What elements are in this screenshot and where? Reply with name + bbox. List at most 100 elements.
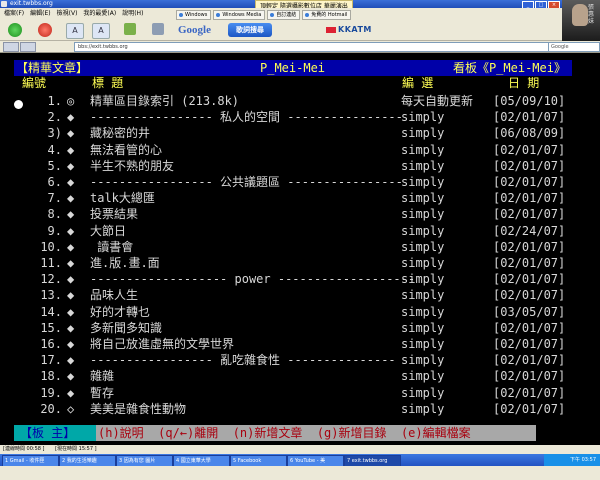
row-date: [02/01/07]: [493, 337, 566, 351]
link-windows-media[interactable]: Windows Media: [213, 10, 266, 20]
row-date: [02/24/07]: [493, 223, 566, 238]
link-custom[interactable]: 自訂連結: [267, 10, 301, 20]
row-title: 暫存: [90, 385, 115, 400]
font-size-icon[interactable]: A: [92, 23, 110, 39]
link-hotmail[interactable]: 免費的 Hotmail: [302, 10, 352, 20]
forward-icon[interactable]: [20, 42, 36, 52]
row-type-icon: ◆: [67, 158, 75, 173]
google-search-input[interactable]: Google: [548, 42, 600, 52]
menu-file[interactable]: 檔案(F): [4, 10, 24, 17]
kkatm-logo[interactable]: KKATM: [326, 25, 372, 34]
article-row[interactable]: 8. ◆ 投票結果 simply [02/01/07]: [0, 206, 600, 223]
row-type-icon: ◆: [67, 320, 75, 335]
google-toolbar-logo[interactable]: Google: [178, 24, 211, 36]
column-number: 編號: [22, 76, 47, 90]
row-type-icon: ◎: [67, 94, 75, 108]
row-number: 5.: [47, 158, 62, 173]
row-number: 7.: [47, 191, 62, 206]
taskbar: 1 Gmail - 收件匣 2 我的生活樂趣 3 因為有您 圖片 4 國立東華大學 5 …: [0, 454, 600, 467]
row-type-icon: ◆: [67, 239, 75, 254]
bbs-terminal[interactable]: 【精華文章】 P_Mei-Mei 看板《P_Mei-Mei》 編號 標 題 編 …: [0, 53, 600, 445]
article-row[interactable]: 20. ◇ 美美是雜食性動物 simply [02/01/07]: [0, 401, 600, 418]
row-title: 多新聞多知識: [90, 320, 163, 335]
row-number: 1.: [47, 94, 62, 108]
row-number: 2.: [47, 110, 62, 125]
article-row[interactable]: 19. ◆ 暫存 simply [02/01/07]: [0, 385, 600, 402]
settings-icon[interactable]: [124, 23, 136, 35]
row-type-icon: ◆: [67, 191, 75, 206]
article-row[interactable]: 6. ◆ ----------------- 公共議題區 -------------…: [0, 174, 600, 191]
menu-edit[interactable]: 編輯(E): [30, 10, 50, 17]
row-date: [02/01/07]: [493, 110, 566, 125]
column-editor: 編 選: [402, 76, 434, 90]
plugin-icon[interactable]: [152, 23, 164, 35]
row-type-icon: ◆: [67, 369, 75, 384]
font-icon[interactable]: A: [66, 23, 84, 39]
back-icon[interactable]: [3, 42, 19, 52]
lyrics-search-button[interactable]: 歌詞搜尋: [228, 23, 272, 37]
row-date: [02/01/07]: [493, 272, 566, 287]
disconnect-icon[interactable]: [38, 23, 52, 37]
row-type-icon: ◆: [67, 126, 75, 141]
menu-favorites[interactable]: 我的最愛(A): [83, 10, 116, 17]
row-title: ----------------- 私人的空間 ----------------: [90, 110, 403, 125]
article-row[interactable]: 17. ◆ ----------------- 亂吃雜食性 ------------…: [0, 352, 600, 369]
row-type-icon: ◆: [67, 337, 75, 351]
article-row[interactable]: 10. ◆ 讀書會 simply [02/01/07]: [0, 239, 600, 256]
article-row[interactable]: 2. ◆ ----------------- 私人的空間 -------------…: [0, 109, 600, 126]
row-date: [03/05/07]: [493, 304, 566, 319]
article-row[interactable]: 3) ◆ 藏秘密的井 simply [06/08/09]: [0, 125, 600, 142]
row-number: 14.: [40, 304, 62, 319]
taskbar-clock: 下午 03:57: [544, 454, 600, 466]
row-number: 19.: [40, 385, 62, 400]
row-number: 16.: [40, 337, 62, 351]
row-number: 13.: [40, 288, 62, 303]
row-editor: simply: [401, 126, 445, 141]
row-title: 進.版.畫.面: [90, 256, 160, 270]
article-row[interactable]: 15. ◆ 多新聞多知識 simply [02/01/07]: [0, 320, 600, 337]
row-date: [02/01/07]: [493, 369, 566, 384]
address-input[interactable]: bbs://exit.twbbs.org: [74, 42, 549, 52]
row-type-icon: ◆: [67, 207, 75, 222]
article-row[interactable]: 14. ◆ 好的才轉乜 simply [03/05/07]: [0, 304, 600, 321]
row-editor: simply: [401, 337, 445, 351]
current-time: [現在時間 15:57 ]: [55, 446, 97, 452]
article-row[interactable]: 18. ◆ 雜雜 simply [02/01/07]: [0, 368, 600, 385]
row-editor: simply: [401, 304, 445, 319]
row-number: 8.: [47, 207, 62, 222]
row-type-icon: ◆: [67, 223, 75, 238]
row-date: [05/09/10]: [493, 94, 566, 108]
address-bar: bbs://exit.twbbs.org Google: [0, 41, 600, 53]
row-title: 讀書會: [90, 239, 134, 254]
menu-view[interactable]: 檢視(V): [57, 10, 78, 17]
row-date: [02/01/07]: [493, 158, 566, 173]
row-editor: simply: [401, 385, 445, 400]
article-row[interactable]: 16. ◆ 將自己放進虛無的文學世界 simply [02/01/07]: [0, 336, 600, 353]
connect-icon[interactable]: [8, 23, 22, 37]
article-row[interactable]: 9. ◆ 大節日 simply [02/24/07]: [0, 223, 600, 240]
row-date: [02/01/07]: [493, 256, 566, 270]
row-type-icon: ◆: [67, 256, 75, 270]
article-row[interactable]: 13. ◆ 品味人生 simply [02/01/07]: [0, 287, 600, 304]
menu-help[interactable]: 說明(H): [122, 10, 143, 17]
row-title: 美美是雜食性動物: [90, 401, 187, 416]
article-row[interactable]: 7. ◆ talk大總匯 simply [02/01/07]: [0, 190, 600, 207]
row-editor: simply: [401, 272, 445, 287]
toolbar: A A Google 歌詞搜尋 KKATM: [0, 20, 562, 41]
links-bar: Windows Windows Media 自訂連結 免費的 Hotmail: [176, 10, 352, 20]
board-header: 【精華文章】 P_Mei-Mei 看板《P_Mei-Mei》: [14, 60, 572, 76]
article-row[interactable]: 12. ◆ ------------------- power ----------…: [0, 271, 600, 288]
row-date: [06/08/09]: [493, 126, 566, 141]
article-row[interactable]: 4. ◆ 無法看管的心 simply [02/01/07]: [0, 142, 600, 159]
article-row[interactable]: 5. ◆ 半生不熟的朋友 simply [02/01/07]: [0, 158, 600, 175]
article-row[interactable]: 11. ◆ 進.版.畫.面 simply [02/01/07]: [0, 255, 600, 272]
row-number: 17.: [40, 353, 62, 368]
article-row[interactable]: 1. ◎ 精華區目錄索引 (213.8k) 每天自動更新 [05/09/10]: [0, 93, 600, 110]
row-number: 10.: [40, 239, 62, 254]
status-bar: [連線時間 00:58 ] [現在時間 15:57 ]: [0, 445, 600, 454]
row-title: ----------------- 公共議題區 ----------------: [90, 175, 403, 189]
row-date: [02/01/07]: [493, 288, 566, 303]
link-windows[interactable]: Windows: [176, 10, 212, 20]
row-title: 雜雜: [90, 369, 115, 384]
row-number: 4.: [47, 142, 62, 157]
